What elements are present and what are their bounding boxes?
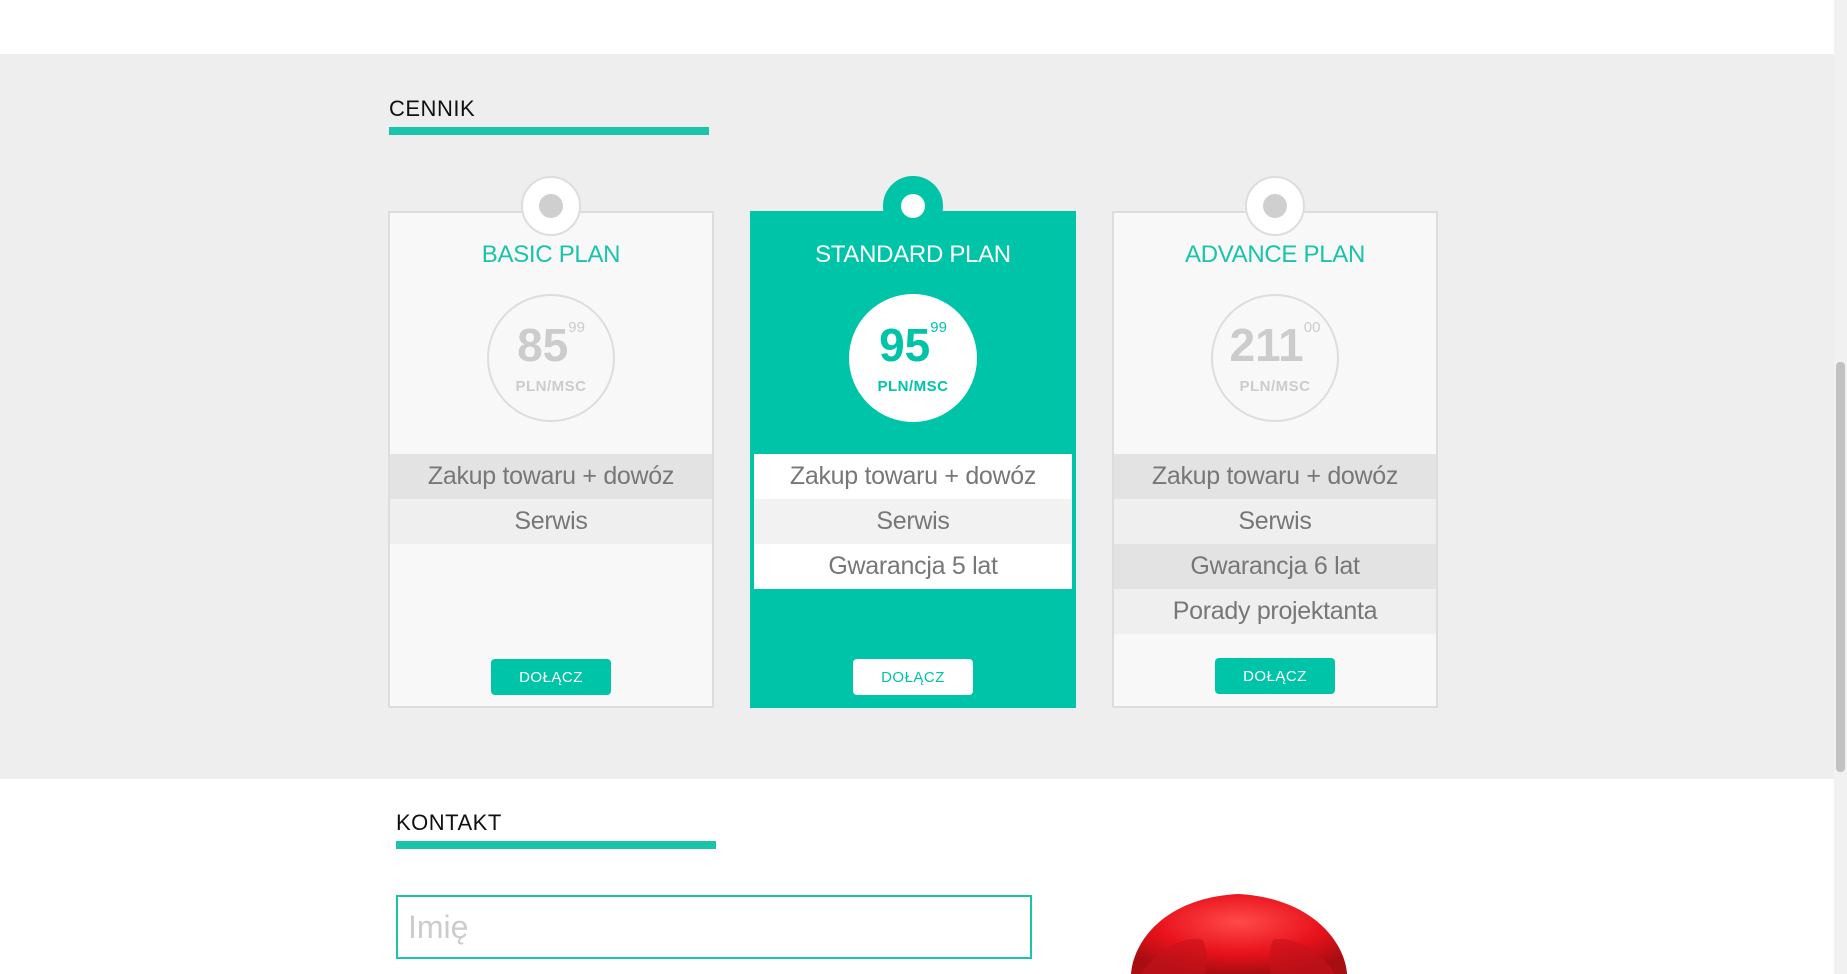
plan-title: BASIC PLAN: [481, 241, 621, 268]
feature-item: Serwis: [390, 499, 712, 544]
pin-icon: [521, 176, 581, 236]
feature-item: Zakup towaru + dowóz: [754, 454, 1072, 499]
pin-icon: [1245, 176, 1305, 236]
price-cents: 00: [1303, 319, 1321, 336]
pricing-section: CENNIK BASIC PLAN 8599 PLN/MSC Zakup tow…: [0, 54, 1834, 779]
contact-heading: KONTAKT: [396, 810, 502, 835]
feature-item: Porady projektanta: [1114, 589, 1436, 634]
feature-item: Zakup towaru + dowóz: [390, 454, 712, 499]
feature-list: Zakup towaru + dowóz Serwis: [390, 454, 712, 544]
join-button[interactable]: DOŁĄCZ: [853, 659, 973, 695]
price-badge: 21100 PLN/MSC: [1211, 294, 1339, 422]
plan-card-advance: ADVANCE PLAN 21100 PLN/MSC Zakup towaru …: [1112, 176, 1438, 708]
feature-item: Serwis: [1114, 499, 1436, 544]
price-cents: 99: [930, 319, 947, 336]
price-badge: 9599 PLN/MSC: [849, 294, 977, 422]
plan-title: STANDARD PLAN: [815, 241, 1011, 268]
feature-list: Zakup towaru + dowóz Serwis Gwarancja 5 …: [754, 454, 1072, 589]
page-scrollbar[interactable]: [1834, 0, 1847, 974]
feature-list: Zakup towaru + dowóz Serwis Gwarancja 6 …: [1114, 454, 1436, 634]
price-badge: 8599 PLN/MSC: [487, 294, 615, 422]
name-field[interactable]: [396, 895, 1032, 959]
feature-item: Serwis: [754, 499, 1072, 544]
price-amount: 8599: [517, 319, 585, 371]
scrollbar-thumb[interactable]: [1836, 362, 1845, 772]
price-amount: 9599: [879, 319, 947, 371]
pricing-heading: CENNIK: [389, 96, 476, 121]
contact-heading-underline: [396, 841, 716, 849]
price-cents: 99: [568, 319, 585, 336]
price-unit: PLN/MSC: [877, 378, 949, 395]
plan-card-basic: BASIC PLAN 8599 PLN/MSC Zakup towaru + d…: [388, 176, 714, 708]
join-button[interactable]: DOŁĄCZ: [491, 659, 611, 695]
chair-image: [1123, 888, 1353, 974]
join-button[interactable]: DOŁĄCZ: [1215, 658, 1335, 694]
plan-title: ADVANCE PLAN: [1184, 241, 1365, 268]
feature-item: Gwarancja 6 lat: [1114, 544, 1436, 589]
price-unit: PLN/MSC: [515, 378, 587, 395]
pin-icon: [883, 176, 943, 236]
price-amount: 21100: [1229, 319, 1321, 371]
pricing-heading-underline: [389, 127, 709, 135]
feature-item: Gwarancja 5 lat: [754, 544, 1072, 589]
price-unit: PLN/MSC: [1239, 378, 1311, 395]
feature-item: Zakup towaru + dowóz: [1114, 454, 1436, 499]
plan-card-standard: STANDARD PLAN 9599 PLN/MSC Zakup towaru …: [750, 176, 1076, 708]
